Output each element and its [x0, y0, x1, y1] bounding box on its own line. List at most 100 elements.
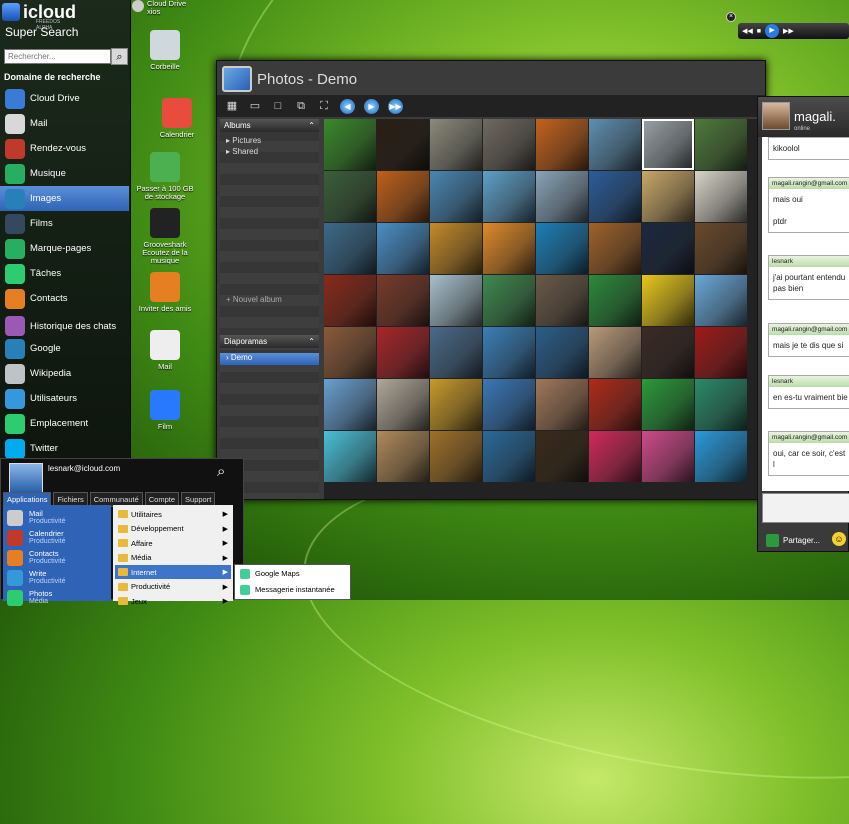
app-item-mail[interactable]: Mail Productivité — [7, 508, 111, 528]
collapse-icon[interactable]: ⌃ — [308, 337, 315, 346]
photo-thumbnail[interactable] — [483, 119, 535, 170]
emoticon-icon[interactable]: ☺ — [832, 532, 846, 546]
photo-thumbnail[interactable] — [589, 327, 641, 378]
avatar[interactable] — [9, 463, 43, 493]
photo-thumbnail[interactable] — [642, 275, 694, 326]
single-view-icon[interactable]: □ — [271, 99, 285, 113]
sidebar-item-calendar[interactable]: Rendez-vous — [0, 136, 129, 161]
avatar[interactable] — [762, 102, 790, 130]
share-button[interactable]: Partager... — [766, 534, 820, 547]
photo-thumbnail[interactable] — [589, 379, 641, 430]
search-icon[interactable]: ⌕ — [217, 463, 225, 480]
next-button[interactable]: ▶▶ — [388, 98, 403, 114]
photo-thumbnail[interactable] — [483, 171, 535, 222]
photo-thumbnail[interactable] — [695, 119, 747, 170]
category-utilitaires[interactable]: Utilitaires ▶ — [115, 507, 231, 521]
grid-view-icon[interactable]: ▦ — [225, 99, 239, 113]
category-média[interactable]: Média ▶ — [115, 551, 231, 565]
photo-thumbnail[interactable] — [589, 119, 641, 170]
photo-thumbnail[interactable] — [642, 119, 694, 170]
photo-thumbnail[interactable] — [430, 431, 482, 482]
photo-thumbnail[interactable] — [536, 119, 588, 170]
close-icon[interactable]: × — [726, 12, 736, 22]
photo-thumbnail[interactable] — [536, 431, 588, 482]
collapse-icon[interactable]: ⌃ — [308, 121, 315, 130]
photo-thumbnail[interactable] — [589, 171, 641, 222]
photo-thumbnail[interactable] — [483, 327, 535, 378]
photo-thumbnail[interactable] — [324, 431, 376, 482]
category-affaire[interactable]: Affaire ▶ — [115, 536, 231, 550]
duplicate-icon[interactable]: ⧉ — [294, 99, 308, 113]
play-icon[interactable]: ▶ — [765, 24, 780, 38]
photo-thumbnail[interactable] — [695, 275, 747, 326]
photo-thumbnail[interactable] — [377, 171, 429, 222]
slideshow-demo[interactable]: › Demo — [220, 353, 319, 365]
sidebar-item-tasks[interactable]: Tâches — [0, 261, 129, 286]
photo-thumbnail[interactable] — [589, 431, 641, 482]
previous-button[interactable]: ◀ — [340, 98, 355, 114]
photo-thumbnail[interactable] — [483, 379, 535, 430]
desktop-icon-cloud-drive[interactable]: Cloud Drive xios — [132, 0, 198, 16]
photo-thumbnail[interactable] — [324, 171, 376, 222]
photo-thumbnail[interactable] — [483, 431, 535, 482]
desktop-icon-trash[interactable]: Corbeille — [132, 30, 198, 71]
sidebar-item-users[interactable]: Utilisateurs — [0, 386, 129, 411]
photo-thumbnail[interactable] — [377, 119, 429, 170]
photo-thumbnail[interactable] — [695, 327, 747, 378]
photo-thumbnail[interactable] — [483, 275, 535, 326]
photo-thumbnail[interactable] — [430, 379, 482, 430]
category-jeux[interactable]: Jeux ▶ — [115, 594, 231, 608]
photo-thumbnail[interactable] — [536, 275, 588, 326]
photo-thumbnail[interactable] — [695, 223, 747, 274]
photo-thumbnail[interactable] — [430, 171, 482, 222]
stop-icon[interactable]: ■ — [757, 28, 761, 35]
sidebar-item-images[interactable]: Images — [0, 186, 129, 211]
photo-thumbnail[interactable] — [377, 223, 429, 274]
photo-thumbnail[interactable] — [430, 223, 482, 274]
sidebar-item-wikipedia[interactable]: Wikipedia — [0, 361, 129, 386]
sidebar-item-location[interactable]: Emplacement — [0, 411, 129, 436]
photo-thumbnail[interactable] — [695, 431, 747, 482]
app-item-contacts[interactable]: Contacts Productivité — [7, 548, 111, 568]
category-développement[interactable]: Développement ▶ — [115, 522, 231, 536]
sidebar-item-film[interactable]: Films — [0, 211, 129, 236]
app-item-photos[interactable]: Photos Média — [7, 588, 111, 608]
desktop-icon-storage-upgrade[interactable]: Passer à 100 GB de stockage — [132, 152, 198, 201]
photo-thumbnail[interactable] — [483, 223, 535, 274]
sidebar-item-cloud-drive[interactable]: Cloud Drive — [0, 86, 129, 111]
photo-thumbnail[interactable] — [695, 171, 747, 222]
next-track-icon[interactable]: ▶▶ — [783, 27, 794, 35]
desktop-icon-mail[interactable]: Mail — [132, 330, 198, 371]
photo-thumbnail[interactable] — [536, 379, 588, 430]
submenu-item[interactable]: Google Maps — [237, 566, 349, 581]
fullscreen-icon[interactable]: ⛶ — [317, 99, 331, 113]
photo-thumbnail[interactable] — [642, 171, 694, 222]
photo-thumbnail[interactable] — [324, 379, 376, 430]
album-shared[interactable]: ▸ Shared — [220, 147, 319, 159]
photo-thumbnail[interactable] — [324, 275, 376, 326]
desktop-icon-calendar[interactable]: Calendrier — [144, 98, 210, 139]
desktop-icon-film[interactable]: Film — [132, 390, 198, 431]
play-slideshow-button[interactable]: ▶ — [364, 98, 379, 114]
photo-thumbnail[interactable] — [430, 275, 482, 326]
app-item-write[interactable]: Write Productivité — [7, 568, 111, 588]
photo-thumbnail[interactable] — [589, 223, 641, 274]
photo-thumbnail[interactable] — [377, 431, 429, 482]
photo-thumbnail[interactable] — [536, 223, 588, 274]
desktop-icon-grooveshark[interactable]: Grooveshark Ecoutez de la musique — [132, 208, 198, 265]
sidebar-item-bookmark[interactable]: Marque-pages — [0, 236, 129, 261]
photo-thumbnail[interactable] — [589, 275, 641, 326]
photo-thumbnail[interactable] — [377, 327, 429, 378]
photo-thumbnail[interactable] — [324, 223, 376, 274]
photo-thumbnail[interactable] — [324, 327, 376, 378]
photo-thumbnail[interactable] — [430, 327, 482, 378]
sidebar-item-contacts[interactable]: Contacts — [0, 286, 129, 311]
submenu-item[interactable]: Messagerie instantanée — [237, 582, 349, 597]
previous-track-icon[interactable]: ◀◀ — [742, 27, 753, 35]
list-view-icon[interactable]: ▭ — [248, 99, 262, 113]
new-album-link[interactable]: + Nouvel album — [220, 295, 319, 307]
photo-thumbnail[interactable] — [324, 119, 376, 170]
chat-input[interactable] — [762, 493, 849, 523]
photo-thumbnail[interactable] — [430, 119, 482, 170]
sidebar-item-google[interactable]: Google — [0, 336, 129, 361]
